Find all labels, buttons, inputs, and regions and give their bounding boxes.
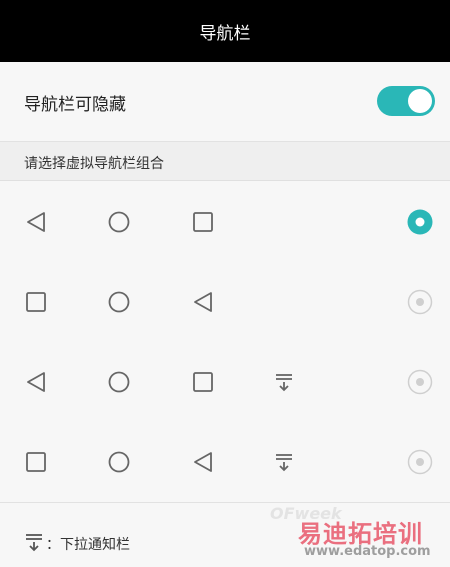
home-icon <box>108 291 130 313</box>
section-title: 请选择虚拟导航栏组合 <box>24 156 164 172</box>
legend-text: ：下拉通知栏 <box>46 537 130 553</box>
navbar-option-4[interactable] <box>0 422 450 503</box>
navbar-option-3[interactable] <box>0 342 450 423</box>
home-icon <box>108 451 130 473</box>
section-header: 请选择虚拟导航栏组合 <box>0 142 450 181</box>
home-icon <box>108 211 130 233</box>
back-icon <box>25 371 47 393</box>
hide-navbar-setting: 导航栏可隐藏 <box>0 62 450 142</box>
recent-apps-icon <box>25 291 47 313</box>
radio-selected[interactable] <box>407 209 433 235</box>
title-bar: 导航栏 <box>0 0 450 62</box>
pull-down-notification-icon <box>24 532 44 552</box>
radio-unselected[interactable] <box>407 289 433 315</box>
toggle-knob <box>408 89 432 113</box>
recent-apps-icon <box>192 211 214 233</box>
navbar-option-1[interactable] <box>0 182 450 263</box>
hide-navbar-label: 导航栏可隐藏 <box>24 95 126 115</box>
recent-apps-icon <box>25 451 47 473</box>
pull-down-notification-icon <box>273 371 295 393</box>
home-icon <box>108 371 130 393</box>
back-icon <box>192 451 214 473</box>
hide-navbar-toggle[interactable] <box>377 86 435 116</box>
pull-down-notification-icon <box>273 451 295 473</box>
page-title: 导航栏 <box>199 23 251 44</box>
navbar-option-2[interactable] <box>0 262 450 343</box>
radio-unselected[interactable] <box>407 449 433 475</box>
back-icon <box>25 211 47 233</box>
recent-apps-icon <box>192 371 214 393</box>
radio-unselected[interactable] <box>407 369 433 395</box>
back-icon <box>192 291 214 313</box>
legend: ：下拉通知栏 <box>0 515 450 567</box>
